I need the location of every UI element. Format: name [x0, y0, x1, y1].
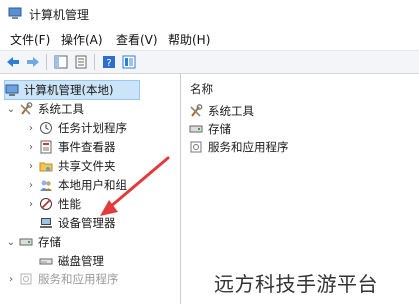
back-icon[interactable]	[4, 53, 22, 71]
forward-icon[interactable]	[24, 53, 42, 71]
toolbar-separator	[94, 54, 95, 70]
storage-icon	[189, 125, 203, 132]
list-item-storage[interactable]: 存储	[189, 120, 231, 137]
menu-bar: 文件(F) 操作(A) 查看(V) 帮助(H)	[0, 28, 419, 50]
list-item-label: 服务和应用程序	[208, 139, 289, 154]
watermark-text: 远方科技手游平台	[214, 272, 378, 296]
toolbar: ?	[0, 50, 419, 74]
console-view-icon[interactable]	[120, 53, 138, 71]
column-header-name[interactable]: 名称	[190, 81, 213, 97]
svg-text:?: ?	[106, 58, 111, 69]
menu-view[interactable]: 查看(V)	[113, 31, 161, 48]
annotation-arrow	[100, 156, 170, 216]
menu-help[interactable]: 帮助(H)	[165, 31, 213, 48]
console-tree: 计算机管理(本地) ⌄ 系统工具 › 任务计划程序 › 事件查看器 › 共享文件…	[0, 74, 181, 304]
title-bar: 计算机管理	[0, 0, 419, 29]
services-icon	[190, 141, 202, 152]
list-item-label: 存储	[208, 121, 231, 136]
properties-icon[interactable]	[72, 53, 90, 71]
show-hide-tree-icon[interactable]	[52, 53, 70, 71]
toolbar-separator	[46, 54, 47, 70]
menu-file[interactable]: 文件(F)	[7, 31, 53, 48]
list-item-services-applications[interactable]: 服务和应用程序	[189, 138, 289, 155]
computer-management-icon	[8, 7, 22, 19]
help-icon[interactable]: ?	[100, 53, 118, 71]
window-title: 计算机管理	[29, 8, 90, 22]
list-item-system-tools[interactable]: 系统工具	[189, 102, 254, 119]
menu-action[interactable]: 操作(A)	[58, 31, 106, 48]
tools-icon	[190, 103, 203, 117]
list-item-label: 系统工具	[208, 103, 254, 118]
